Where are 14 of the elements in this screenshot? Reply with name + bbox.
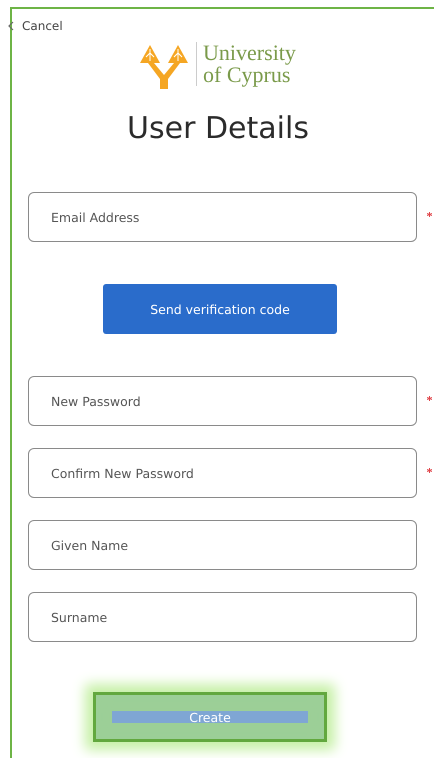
send-code-button[interactable]: Send verification code xyxy=(103,284,337,334)
input-field[interactable]: Email Address xyxy=(28,192,417,242)
university-name: of Cyprus xyxy=(203,64,290,86)
input-field[interactable]: Given Name xyxy=(28,520,417,570)
required-mark-icon xyxy=(427,396,432,401)
required-mark-icon xyxy=(427,468,432,473)
university-name: University xyxy=(203,42,296,64)
page-title: User Details xyxy=(126,111,310,146)
chevron-left-icon xyxy=(8,21,14,31)
input-field[interactable]: New Password xyxy=(28,376,417,426)
cancel-link[interactable]: Cancel xyxy=(8,19,63,33)
required-mark-icon xyxy=(427,212,432,217)
input-field[interactable]: Surname xyxy=(28,592,417,642)
input-field[interactable]: Confirm New Password xyxy=(28,448,417,498)
